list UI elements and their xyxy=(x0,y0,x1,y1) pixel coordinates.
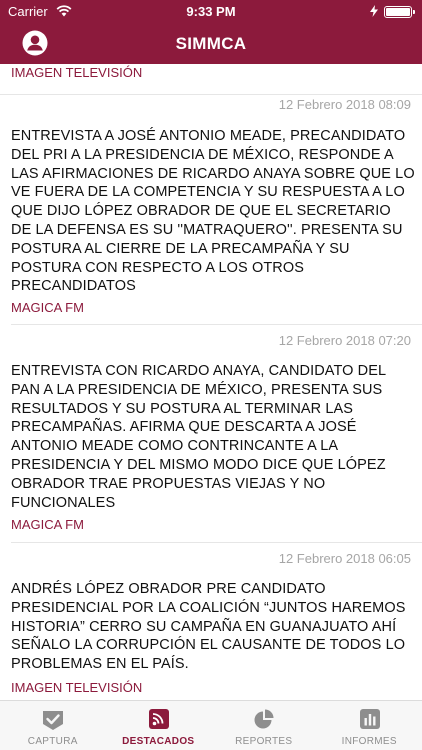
tab-label: CAPTURA xyxy=(27,736,78,747)
tab-reportes[interactable]: REPORTES xyxy=(211,701,317,750)
entry-source-link[interactable]: IMAGEN TELEVISIÓN xyxy=(11,680,142,695)
tab-label: REPORTES xyxy=(235,736,293,747)
tab-bar: CAPTURA DESTACADOS REPORTES INFORMES xyxy=(0,700,422,750)
pie-chart-icon xyxy=(254,709,274,729)
bar-chart-icon xyxy=(359,709,380,729)
divider xyxy=(11,542,422,543)
entry-date: 12 Febrero 2018 07:20 xyxy=(278,333,411,348)
check-badge-icon xyxy=(43,711,63,730)
divider xyxy=(0,94,422,95)
entry-text: ENTREVISTA CON RICARDO ANAYA, CANDIDATO … xyxy=(11,363,386,511)
charging-icon xyxy=(370,5,378,17)
tab-informes[interactable]: INFORMES xyxy=(317,701,422,750)
entry-date: 12 Febrero 2018 08:09 xyxy=(278,97,411,112)
news-feed[interactable]: IMAGEN TELEVISIÓN 12 Febrero 2018 08:09 … xyxy=(0,64,422,700)
entry-text: ANDRÉS LÓPEZ OBRADOR PRE CANDIDATO PRESI… xyxy=(11,581,406,673)
page-title: SIMMCA xyxy=(175,34,247,53)
rss-icon xyxy=(148,709,169,729)
tab-destacados[interactable]: DESTACADOS xyxy=(106,701,212,750)
entry-source-link[interactable]: MAGICA FM xyxy=(11,517,84,532)
entry-date: 12 Febrero 2018 06:05 xyxy=(278,551,411,566)
status-bar: Carrier 9:33 PM xyxy=(0,0,422,22)
tab-label: DESTACADOS xyxy=(122,736,195,747)
tab-captura[interactable]: CAPTURA xyxy=(0,701,106,750)
nav-bar: SIMMCA xyxy=(0,22,422,64)
battery-icon xyxy=(384,6,415,18)
entry-text: ENTREVISTA A JOSÉ ANTONIO MEADE, PRECAND… xyxy=(11,128,415,295)
clock: 9:33 PM xyxy=(186,4,236,19)
divider xyxy=(11,324,422,325)
tab-label: INFORMES xyxy=(341,736,397,747)
app-header: Carrier 9:33 PM SIMMCA xyxy=(0,0,422,64)
entry-source-link[interactable]: IMAGEN TELEVISIÓN xyxy=(11,65,142,80)
entry-source-link[interactable]: MAGICA FM xyxy=(11,300,84,315)
